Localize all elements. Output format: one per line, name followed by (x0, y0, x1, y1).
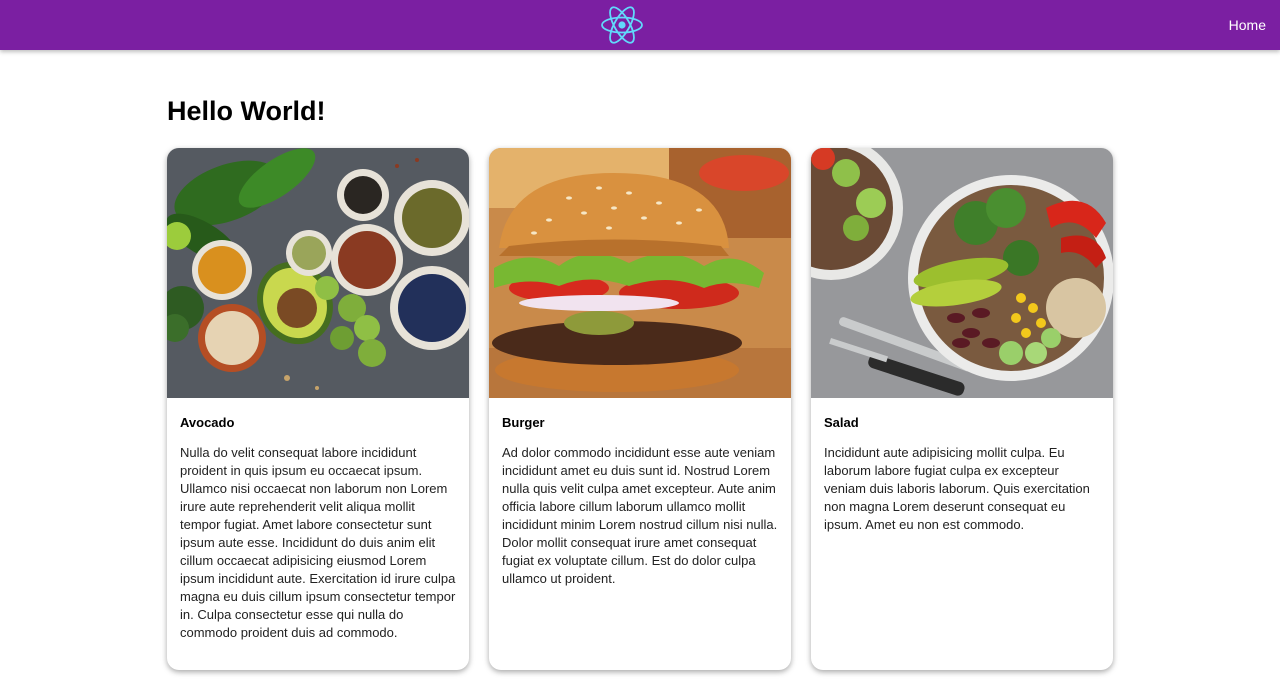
card-description: Incididunt aute adipisicing mollit culpa… (824, 445, 1090, 532)
food-card-avocado[interactable]: Avocado Nulla do velit consequat labore … (167, 148, 469, 670)
card-description: Ad dolor commodo incididunt esse aute ve… (502, 445, 778, 586)
card-title: Salad (824, 415, 859, 430)
card-title: Avocado (180, 415, 235, 430)
card-title: Burger (502, 415, 545, 430)
salad-bowl-image (811, 148, 1113, 398)
nav-home-link[interactable]: Home (1229, 17, 1266, 33)
card-description: Nulla do velit consequat labore incididu… (180, 445, 456, 640)
page-title: Hello World! (167, 96, 326, 126)
avocado-spread-image (167, 148, 469, 398)
food-card-burger[interactable]: Burger Ad dolor commodo incididunt esse … (489, 148, 791, 670)
food-card-salad[interactable]: Salad Incididunt aute adipisicing mollit… (811, 148, 1113, 670)
burger-image (489, 148, 791, 398)
react-logo-icon[interactable] (600, 5, 644, 45)
top-navbar: Home (0, 0, 1280, 50)
